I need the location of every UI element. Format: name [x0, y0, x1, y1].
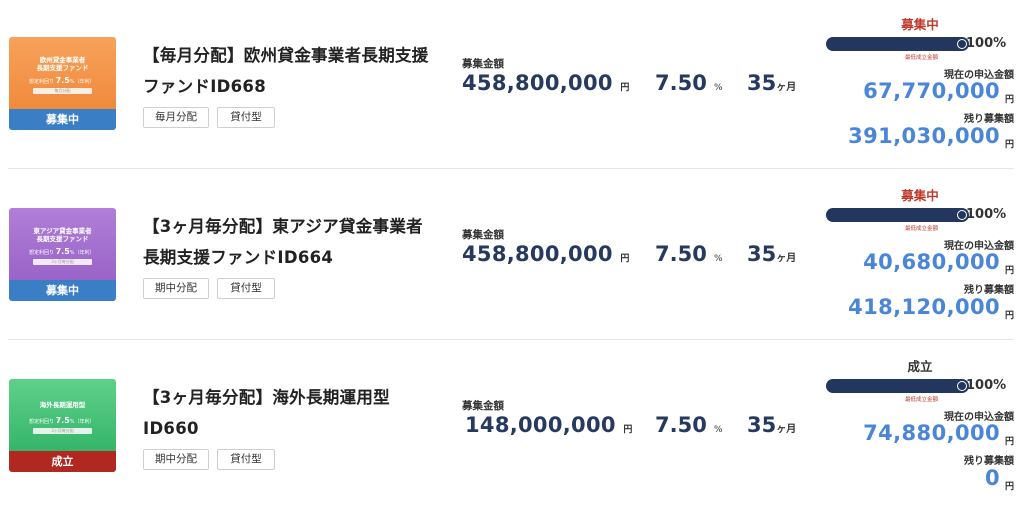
thumbnail-pill: 毎月分配 — [33, 88, 92, 94]
progress-bar — [826, 37, 969, 51]
term-value: 35ヶ月 — [747, 71, 797, 95]
tag-distribution: 期中分配 — [143, 278, 209, 299]
fund-row[interactable]: 海外長期運用型 想定利回り 7.5%（年利） 3ヶ月毎分配 成立 【3ヶ月毎分配… — [0, 342, 1024, 505]
thumbnail-art: 東アジア貸金事業者 長期支援ファンド 想定利回り 7.5%（年利） 3ヶ月毎分配 — [9, 208, 116, 280]
amount-label: 募集金額 — [462, 400, 504, 412]
applied-unit: 円 — [1004, 95, 1014, 105]
progress-percent: 100% — [966, 378, 1007, 393]
applied-unit: 円 — [1004, 266, 1014, 276]
tag-type: 貸付型 — [217, 278, 275, 299]
status-badge: 成立 — [9, 451, 116, 472]
amount-label: 募集金額 — [462, 229, 504, 241]
yield-rate: 7.50 — [655, 242, 707, 266]
applied-value: 67,770,000 — [863, 79, 1000, 103]
remaining-unit: 円 — [1004, 311, 1014, 321]
thumbnail-pill: 3ヶ月毎分配 — [33, 428, 92, 434]
remaining-value: 391,030,000 — [848, 124, 1000, 148]
thumbnail-line1: 欧州貸金事業者 — [39, 56, 86, 64]
row-divider — [8, 168, 1014, 169]
term-value: 35ヶ月 — [747, 242, 797, 266]
fund-thumbnail[interactable]: 海外長期運用型 想定利回り 7.5%（年利） 3ヶ月毎分配 成立 — [9, 379, 116, 472]
tag-distribution: 期中分配 — [143, 449, 209, 470]
fund-thumbnail[interactable]: 欧州貸金事業者 長期支援ファンド 想定利回り 7.5%（年利） 毎月分配 募集中 — [9, 37, 116, 130]
thumbnail-rate: 想定利回り 7.5%（年利） — [29, 76, 95, 86]
tag-type: 貸付型 — [217, 107, 275, 128]
fund-status: 成立 — [907, 359, 933, 374]
thumbnail-art: 欧州貸金事業者 長期支援ファンド 想定利回り 7.5%（年利） 毎月分配 — [9, 37, 116, 109]
yield-rate: 7.50 — [655, 71, 707, 95]
thumbnail-pill: 3ヶ月毎分配 — [33, 259, 92, 265]
progress-percent: 100% — [966, 36, 1007, 51]
progress-bar — [826, 379, 969, 393]
thumbnail-rate: 想定利回り 7.5%（年利） — [29, 247, 95, 257]
fund-status: 募集中 — [901, 17, 939, 32]
row-divider — [8, 339, 1014, 340]
min-amount-label: 最低成立金額 — [905, 55, 939, 61]
yield-rate: 7.50 — [655, 413, 707, 437]
applied-unit: 円 — [1004, 437, 1014, 447]
fund-title[interactable]: 【3ヶ月毎分配】東アジア貸金事業者長期支援ファンドID664 — [143, 211, 433, 273]
amount-value: 458,800,000 円 — [462, 71, 630, 95]
amount-value: 458,800,000 円 — [462, 242, 630, 266]
progress-percent: 100% — [966, 207, 1007, 222]
status-badge: 募集中 — [9, 280, 116, 301]
thumbnail-rate: 想定利回り 7.5%（年利） — [29, 416, 95, 426]
remaining-label: 残り募集額 — [964, 114, 1014, 125]
status-badge: 募集中 — [9, 109, 116, 130]
applied-value: 40,680,000 — [863, 250, 1000, 274]
thumbnail-line2: 長期支援ファンド — [36, 64, 89, 72]
remaining-unit: 円 — [1004, 482, 1014, 492]
min-amount-label: 最低成立金額 — [905, 226, 939, 232]
thumbnail-art: 海外長期運用型 想定利回り 7.5%（年利） 3ヶ月毎分配 — [9, 379, 116, 451]
min-amount-label: 最低成立金額 — [905, 397, 939, 403]
progress-bar — [826, 208, 969, 222]
thumbnail-line1: 東アジア貸金事業者 — [33, 227, 92, 235]
amount-label: 募集金額 — [462, 58, 504, 70]
yield-unit: % — [714, 254, 723, 264]
fund-row[interactable]: 東アジア貸金事業者 長期支援ファンド 想定利回り 7.5%（年利） 3ヶ月毎分配… — [0, 171, 1024, 341]
thumbnail-line1: 海外長期運用型 — [39, 401, 86, 409]
amount-value: 148,000,000 円 — [465, 413, 633, 437]
remaining-label: 残り募集額 — [964, 285, 1014, 296]
remaining-unit: 円 — [1004, 140, 1014, 150]
remaining-label: 残り募集額 — [964, 456, 1014, 467]
applied-value: 74,880,000 — [863, 421, 1000, 445]
remaining-value: 0 — [984, 466, 1000, 490]
fund-thumbnail[interactable]: 東アジア貸金事業者 長期支援ファンド 想定利回り 7.5%（年利） 3ヶ月毎分配… — [9, 208, 116, 301]
fund-status: 募集中 — [901, 188, 939, 203]
yield-unit: % — [714, 425, 723, 435]
tag-distribution: 毎月分配 — [143, 107, 209, 128]
fund-title[interactable]: 【3ヶ月毎分配】海外長期運用型ID660 — [143, 382, 433, 444]
tag-type: 貸付型 — [217, 449, 275, 470]
term-value: 35ヶ月 — [747, 413, 797, 437]
fund-title[interactable]: 【毎月分配】欧州貸金事業者長期支援ファンドID668 — [143, 40, 433, 102]
remaining-value: 418,120,000 — [848, 295, 1000, 319]
yield-unit: % — [714, 83, 723, 93]
fund-row[interactable]: 欧州貸金事業者 長期支援ファンド 想定利回り 7.5%（年利） 毎月分配 募集中… — [0, 0, 1024, 170]
thumbnail-line2: 長期支援ファンド — [36, 235, 89, 243]
